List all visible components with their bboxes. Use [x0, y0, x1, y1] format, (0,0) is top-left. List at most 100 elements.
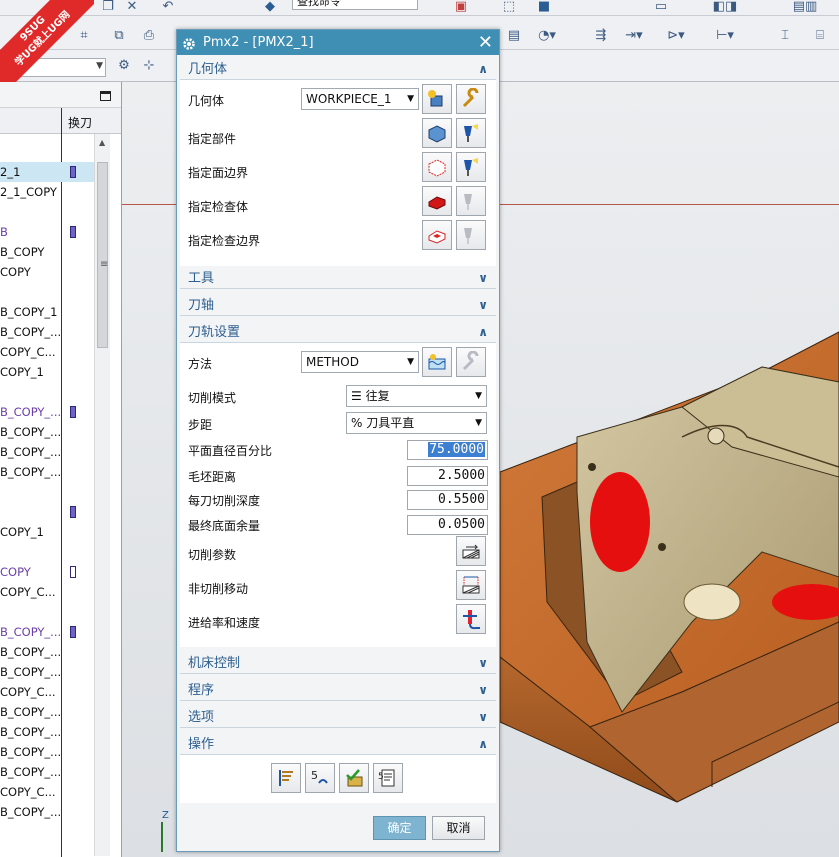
select-face-boundary-button[interactable] [422, 152, 452, 182]
navigator-row[interactable]: B_COPY_... [0, 402, 94, 422]
section-header-tool[interactable]: 工具 ∨ [180, 268, 496, 289]
analysis-icon[interactable]: ▣ [452, 0, 470, 14]
cancel-button[interactable]: 取消 [432, 816, 485, 840]
copy-icon[interactable]: ❐ [100, 0, 116, 14]
navigator-row[interactable] [0, 502, 94, 522]
navigator-row[interactable] [0, 602, 94, 622]
navigator-row[interactable]: COPY_C... [0, 342, 94, 362]
generate-button[interactable] [271, 763, 301, 793]
chevron-down-icon[interactable]: ∨ [478, 295, 488, 316]
display-part-button[interactable] [456, 118, 486, 148]
navigator-row[interactable]: B_COPY [0, 242, 94, 262]
navigator-row[interactable]: COPY_1 [0, 362, 94, 382]
machine-time-icon[interactable]: ◔▾ [535, 26, 559, 44]
view-icon[interactable]: ⬚ [500, 0, 518, 14]
navigator-row[interactable]: COPY_1 [0, 522, 94, 542]
navigator-row[interactable]: COPY_C... [0, 582, 94, 602]
navigator-row[interactable]: B_COPY_... [0, 442, 94, 462]
navigator-row[interactable]: COPY [0, 262, 94, 282]
create-method-icon[interactable]: ⎙ [140, 26, 158, 44]
navigator-row[interactable] [0, 542, 94, 562]
maximize-icon[interactable] [100, 91, 111, 101]
non-cutting-moves-button[interactable] [456, 570, 486, 600]
chevron-down-icon[interactable]: ∨ [478, 268, 488, 289]
scroll-up-icon[interactable]: ▲ [99, 138, 105, 147]
chevron-up-icon[interactable]: ∧ [478, 734, 488, 755]
feeds-speeds-button[interactable] [456, 604, 486, 634]
chevron-down-icon[interactable]: ∨ [478, 707, 488, 728]
navigator-scrollbar[interactable]: ▲ ≡ [94, 134, 110, 856]
column-tool-change[interactable]: 换刀 [68, 114, 92, 131]
navigator-row[interactable]: B_COPY_... [0, 622, 94, 642]
gear-icon[interactable] [182, 35, 196, 60]
blank-distance-input[interactable]: 2.5000 [407, 466, 488, 486]
navigator-row[interactable] [0, 282, 94, 302]
navigator-row[interactable]: B_COPY_... [0, 662, 94, 682]
navigator-row[interactable]: B_COPY_... [0, 462, 94, 482]
replay-toolpath-icon[interactable]: ⇥▾ [622, 26, 646, 44]
section-header-path-settings[interactable]: 刀轨设置 ∧ [180, 322, 496, 343]
select-check-boundary-button[interactable] [422, 220, 452, 250]
chevron-down-icon[interactable]: ∨ [478, 680, 488, 701]
new-method-button[interactable] [422, 347, 452, 377]
layout-icon[interactable]: ▤▥ [785, 0, 825, 14]
navigator-row[interactable]: B_COPY_1 [0, 302, 94, 322]
chevron-up-icon[interactable]: ∧ [478, 59, 488, 80]
select-icon[interactable]: ⚙ [115, 56, 133, 74]
depth-per-cut-input[interactable]: 0.5500 [407, 490, 488, 510]
navigator-row[interactable]: 2_1 [0, 162, 94, 182]
display-toolpath-icon[interactable]: ⇶ [590, 26, 612, 44]
select-check-body-button[interactable] [422, 186, 452, 216]
navigator-row[interactable]: B_COPY_... [0, 422, 94, 442]
close-icon[interactable]: ✕ [478, 30, 493, 55]
navigator-row[interactable] [0, 482, 94, 502]
selection-icon[interactable]: ◆ [262, 0, 278, 14]
navigator-row[interactable] [0, 202, 94, 222]
navigator-row[interactable]: B_COPY_... [0, 642, 94, 662]
create-geometry-icon[interactable]: ⧉ [110, 26, 128, 44]
section-header-geometry[interactable]: 几何体 ∧ [180, 59, 496, 80]
cutting-params-button[interactable] [456, 536, 486, 566]
verify-button[interactable] [339, 763, 369, 793]
new-geometry-button[interactable] [422, 84, 452, 114]
navigator-row[interactable]: COPY [0, 562, 94, 582]
navigator-row[interactable]: B [0, 222, 94, 242]
navigator-row[interactable]: COPY_C... [0, 682, 94, 702]
tool-display-icon[interactable]: ⊳▾ [662, 26, 690, 44]
snap-icon[interactable]: ⊹ [140, 56, 158, 74]
cube-icon[interactable]: ■ [535, 0, 553, 14]
method-select[interactable]: METHOD ▼ [301, 351, 419, 373]
navigator-row[interactable]: B_COPY_... [0, 742, 94, 762]
geometry-select[interactable]: WORKPIECE_1 ▼ [301, 88, 419, 110]
select-part-button[interactable] [422, 118, 452, 148]
section-header-machine-control[interactable]: 机床控制 ∨ [180, 653, 496, 674]
navigator-row[interactable]: B_COPY_... [0, 802, 94, 822]
tool-holder-icon[interactable]: ⊢▾ [705, 26, 745, 44]
navigator-row[interactable]: B_COPY_... [0, 702, 94, 722]
window-icon[interactable]: ▭ [650, 0, 672, 14]
undo-icon[interactable]: ↶ [160, 0, 176, 14]
section-header-tool-axis[interactable]: 刀轴 ∨ [180, 295, 496, 316]
navigator-row[interactable]: 2_1_COPY [0, 182, 94, 202]
final-floor-stock-input[interactable]: 0.0500 [407, 515, 488, 535]
ok-button[interactable]: 确定 [373, 816, 426, 840]
section-header-options[interactable]: 选项 ∨ [180, 707, 496, 728]
navigator-row[interactable] [0, 142, 94, 162]
edit-geometry-button[interactable] [456, 84, 486, 114]
command-finder-input[interactable]: 查找命令 [292, 0, 418, 10]
list-button[interactable]: 5 [373, 763, 403, 793]
display-icon[interactable]: ◧◨ [705, 0, 745, 14]
chevron-down-icon[interactable]: ∨ [478, 653, 488, 674]
stepover-select[interactable]: % 刀具平直 ▼ [346, 412, 487, 434]
navigator-row[interactable]: B_COPY_... [0, 722, 94, 742]
verify-icon[interactable]: ⌸ [805, 26, 835, 44]
replay-button[interactable]: 5 [305, 763, 335, 793]
navigator-row[interactable]: B_COPY_... [0, 322, 94, 342]
navigator-row[interactable]: B_COPY_... [0, 762, 94, 782]
display-face-boundary-button[interactable] [456, 152, 486, 182]
chevron-up-icon[interactable]: ∧ [478, 322, 488, 343]
section-header-program[interactable]: 程序 ∨ [180, 680, 496, 701]
navigator-row[interactable]: COPY_C... [0, 782, 94, 802]
scroll-thumb[interactable]: ≡ [97, 162, 108, 348]
cut-pattern-select[interactable]: ☰ 往复 ▼ [346, 385, 487, 407]
